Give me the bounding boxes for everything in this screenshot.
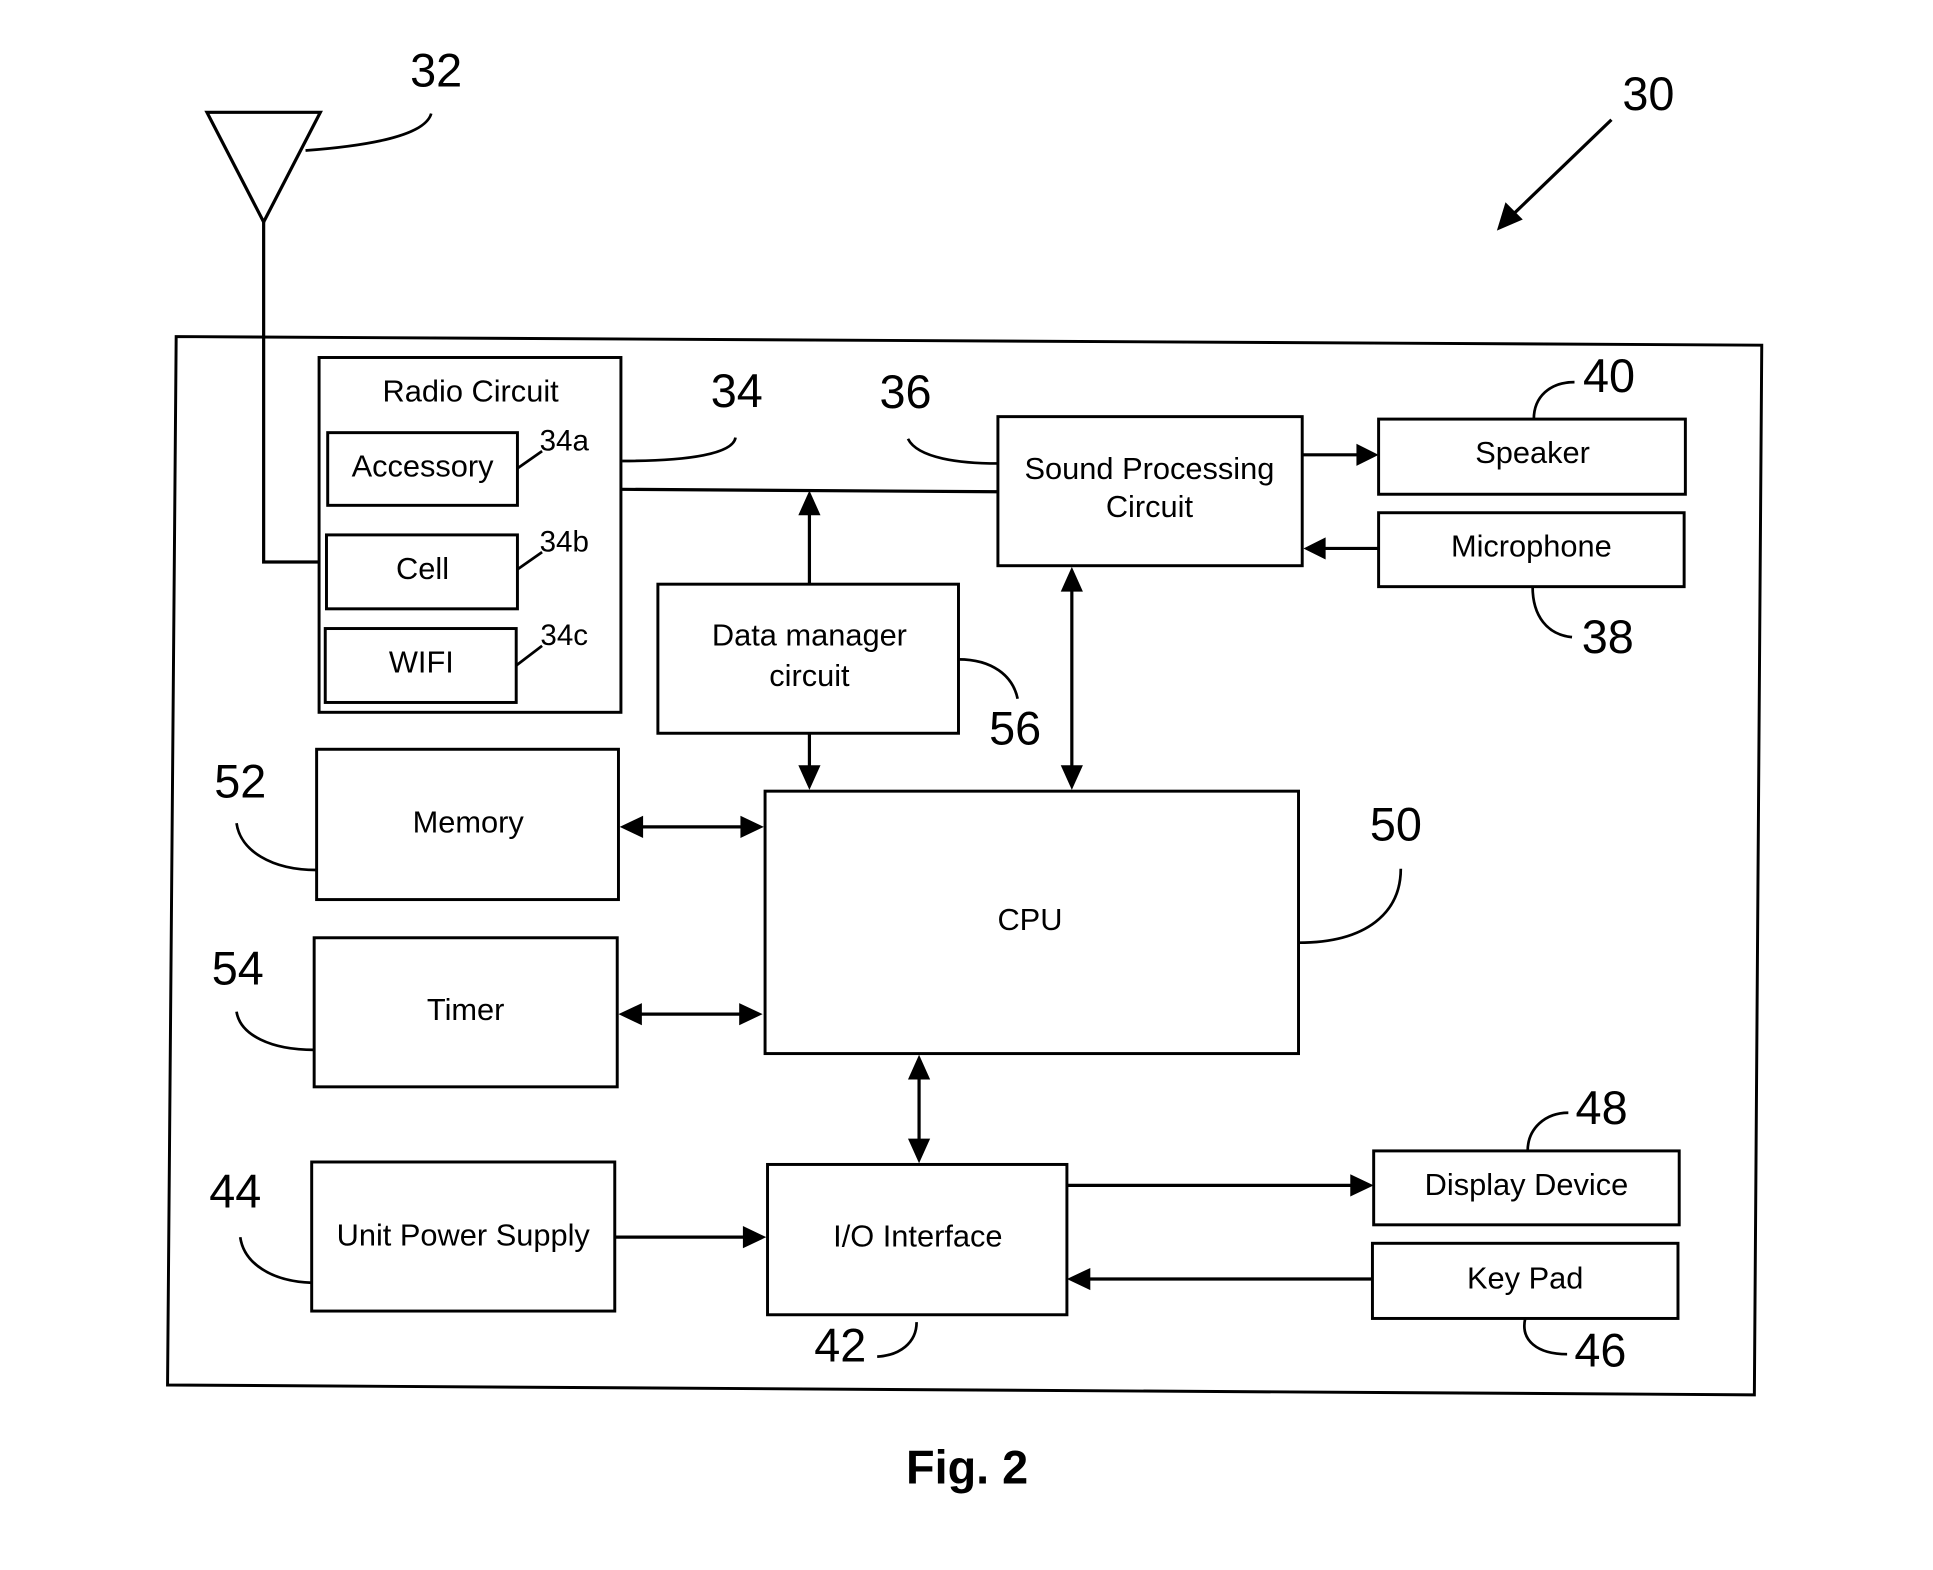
arrow-memory-cpu — [619, 815, 764, 838]
leader-52 — [235, 822, 317, 872]
radio-circuit-label: Radio Circuit — [383, 373, 560, 408]
data-manager-label-1: Data manager — [712, 617, 907, 652]
arrow-io-to-display — [1066, 1174, 1374, 1197]
arrow-datamgr-to-bus — [798, 490, 821, 585]
ref-32: 32 — [410, 44, 462, 96]
wifi-block: WIFI — [323, 627, 518, 704]
microphone-label: Microphone — [1451, 529, 1612, 564]
ref-52: 52 — [214, 755, 266, 807]
power-supply-block: Unit Power Supply — [310, 1160, 617, 1313]
arrow-sound-cpu — [1060, 566, 1083, 790]
key-pad-label: Key Pad — [1467, 1260, 1583, 1295]
leader-46 — [1523, 1318, 1568, 1356]
ref-34: 34 — [711, 365, 763, 417]
power-supply-label: Unit Power Supply — [337, 1217, 591, 1252]
leader-34 — [622, 437, 737, 463]
key-pad-block: Key Pad — [1370, 1241, 1680, 1320]
arrow-keypad-to-io — [1066, 1267, 1373, 1291]
cpu-block: CPU — [763, 789, 1301, 1056]
arrow-timer-cpu — [618, 1003, 763, 1026]
ref-50: 50 — [1370, 798, 1422, 850]
leader-48 — [1526, 1111, 1569, 1151]
arrow-mic-to-sound — [1303, 537, 1379, 560]
data-manager-block: Data manager circuit — [656, 582, 960, 735]
cell-label: Cell — [396, 551, 449, 586]
leader-40 — [1532, 380, 1575, 420]
ref-56: 56 — [989, 702, 1041, 754]
ref-34c: 34c — [540, 619, 588, 652]
figure-caption: Fig. 2 — [906, 1442, 1028, 1494]
ref-38: 38 — [1582, 611, 1634, 663]
leader-32 — [305, 113, 433, 152]
ref-34b: 34b — [540, 525, 589, 558]
ref-46: 46 — [1574, 1325, 1626, 1377]
speaker-label: Speaker — [1475, 435, 1590, 470]
cpu-label: CPU — [997, 902, 1062, 937]
cell-block: Cell — [325, 533, 519, 611]
leader-42 — [877, 1322, 918, 1358]
io-interface-label: I/O Interface — [833, 1219, 1002, 1254]
arrow-datamgr-to-cpu — [798, 733, 821, 790]
io-interface-block: I/O Interface — [766, 1162, 1069, 1317]
sound-processing-block: Sound Processing Circuit — [996, 415, 1304, 568]
arrow-cpu-io — [907, 1054, 931, 1164]
speaker-block: Speaker — [1377, 417, 1687, 496]
ref-40: 40 — [1583, 350, 1635, 402]
leader-36 — [906, 438, 998, 465]
display-device-label: Display Device — [1425, 1167, 1629, 1202]
ref-44: 44 — [209, 1166, 261, 1218]
memory-block: Memory — [315, 747, 620, 902]
ref-30: 30 — [1622, 68, 1674, 120]
microphone-block: Microphone — [1377, 511, 1686, 589]
data-manager-label-2: circuit — [769, 658, 850, 693]
ref-42: 42 — [814, 1320, 866, 1372]
timer-label: Timer — [427, 992, 505, 1027]
sound-processing-label-2: Circuit — [1106, 489, 1194, 524]
sound-processing-label-1: Sound Processing — [1025, 451, 1275, 486]
leader-44 — [238, 1236, 312, 1285]
arrow-sound-to-speaker — [1302, 443, 1379, 466]
leader-54 — [235, 1011, 315, 1052]
wifi-label: WIFI — [389, 644, 454, 679]
accessory-block: Accessory — [326, 431, 519, 507]
radio-sound-bus — [620, 487, 1000, 494]
arrow-30 — [1496, 118, 1613, 231]
ref-36: 36 — [879, 366, 931, 418]
arrow-power-to-io — [614, 1226, 767, 1249]
accessory-label: Accessory — [352, 449, 495, 484]
block-diagram: 32 30 Radio Circuit Accessory 34a Cell 3… — [166, 44, 1764, 1494]
display-device-block: Display Device — [1372, 1149, 1681, 1227]
ref-54: 54 — [212, 943, 264, 995]
leader-38 — [1531, 586, 1573, 639]
ref-48: 48 — [1576, 1082, 1628, 1134]
ref-34a: 34a — [540, 424, 590, 457]
leader-50 — [1298, 868, 1403, 945]
timer-block: Timer — [312, 936, 619, 1089]
memory-label: Memory — [413, 805, 525, 840]
leader-56 — [958, 657, 1019, 700]
